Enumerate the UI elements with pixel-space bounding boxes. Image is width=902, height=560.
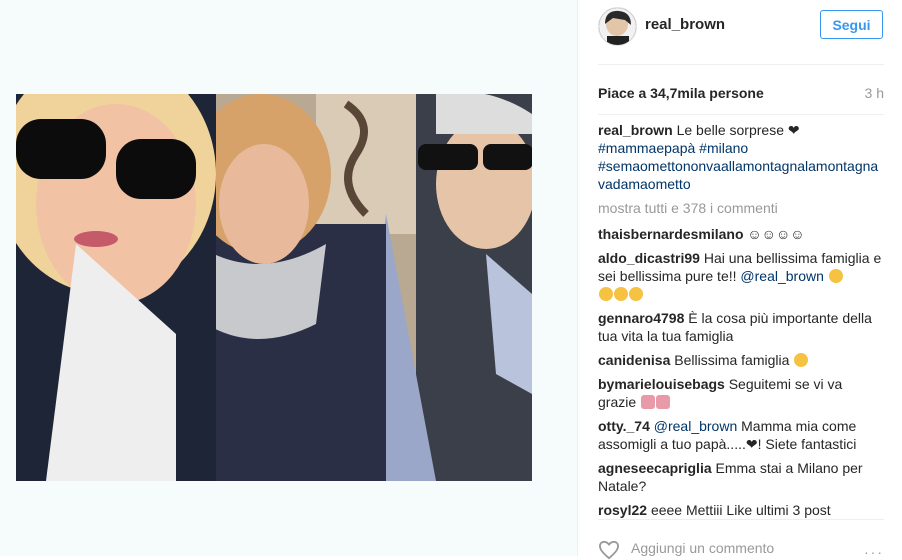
mention-link[interactable]: @real_brown xyxy=(740,268,823,284)
divider xyxy=(598,64,884,65)
mention-link[interactable]: @real_brown xyxy=(654,418,737,434)
handbag-emoji-icon xyxy=(656,395,671,409)
comment: thaisbernardesmilano ☺☺☺☺ xyxy=(598,225,884,243)
comment-text: eeee Mettiii Like ultimi 3 post xyxy=(650,502,831,518)
post-time[interactable]: 3 h xyxy=(865,85,884,101)
add-comment-input[interactable]: Aggiungi un commento xyxy=(631,540,774,556)
hashtag[interactable]: #semaomettononvaallamontagnalamontagnava… xyxy=(598,158,878,192)
comment: aldo_dicastri99 Hai una bellissima famig… xyxy=(598,249,884,303)
comment: rosyl22 eeee Mettiii Like ultimi 3 post xyxy=(598,501,884,519)
comment: gennaro4798 È la cosa più importante del… xyxy=(598,309,884,345)
post-header: real_brown Segui xyxy=(578,0,902,62)
divider xyxy=(598,114,884,115)
likes-count[interactable]: Piace a 34,7mila persone xyxy=(598,85,764,101)
kiss-emoji-icon xyxy=(794,353,809,367)
more-options-icon[interactable]: ··· xyxy=(864,544,884,560)
comment-username[interactable]: aldo_dicastri99 xyxy=(598,250,700,266)
caption-text: Le belle sorprese ❤ xyxy=(676,122,800,138)
hashtag[interactable]: #mammaepapà xyxy=(598,140,695,156)
smiling-heart-eyes-emoji-icon xyxy=(599,287,613,301)
handbag-emoji-icon xyxy=(641,395,656,409)
media-pane xyxy=(0,0,577,556)
hashtag[interactable]: #milano xyxy=(699,140,748,156)
caption-username[interactable]: real_brown xyxy=(598,122,673,138)
comment: agneseecapriglia Emma stai a Milano per … xyxy=(598,459,884,495)
likes-row: Piace a 34,7mila persone 3 h xyxy=(598,85,884,101)
divider xyxy=(598,519,884,520)
smiling-heart-eyes-emoji-icon xyxy=(828,269,843,283)
comments-list: real_brown Le belle sorprese ❤ #mammaepa… xyxy=(598,121,884,521)
post-photo[interactable] xyxy=(16,94,532,481)
comment: canidenisa Bellissima famiglia xyxy=(598,351,884,369)
smiling-heart-eyes-emoji-icon xyxy=(629,287,643,301)
heart-outline-icon[interactable] xyxy=(598,540,620,560)
comment-username[interactable]: canidenisa xyxy=(598,352,670,368)
username[interactable]: real_brown xyxy=(645,16,725,33)
caption: real_brown Le belle sorprese ❤ #mammaepa… xyxy=(598,121,884,193)
comment: bymarielouisebags Seguitemi se vi va gra… xyxy=(598,375,884,411)
comment-username[interactable]: agneseecapriglia xyxy=(598,460,712,476)
comment-text: ☺☺☺☺ xyxy=(747,226,805,242)
post-sidebar: real_brown Segui Piace a 34,7mila person… xyxy=(578,0,902,560)
follow-button[interactable]: Segui xyxy=(820,10,883,39)
family-selfie-image xyxy=(16,94,532,481)
show-all-comments-link[interactable]: mostra tutti e 378 i commenti xyxy=(598,199,884,217)
comment-username[interactable]: thaisbernardesmilano xyxy=(598,226,744,242)
avatar[interactable] xyxy=(598,7,637,46)
comment: otty._74 @real_brown Mamma mia come asso… xyxy=(598,417,884,453)
comment-username[interactable]: rosyl22 xyxy=(598,502,647,518)
avatar-image xyxy=(599,8,636,45)
comment-bar: Aggiungi un commento ··· xyxy=(598,538,884,560)
comment-username[interactable]: bymarielouisebags xyxy=(598,376,725,392)
comment-text: Bellissima famiglia xyxy=(674,352,790,368)
comment-username[interactable]: otty._74 xyxy=(598,418,650,434)
smiling-heart-eyes-emoji-icon xyxy=(614,287,628,301)
comment-username[interactable]: gennaro4798 xyxy=(598,310,684,326)
